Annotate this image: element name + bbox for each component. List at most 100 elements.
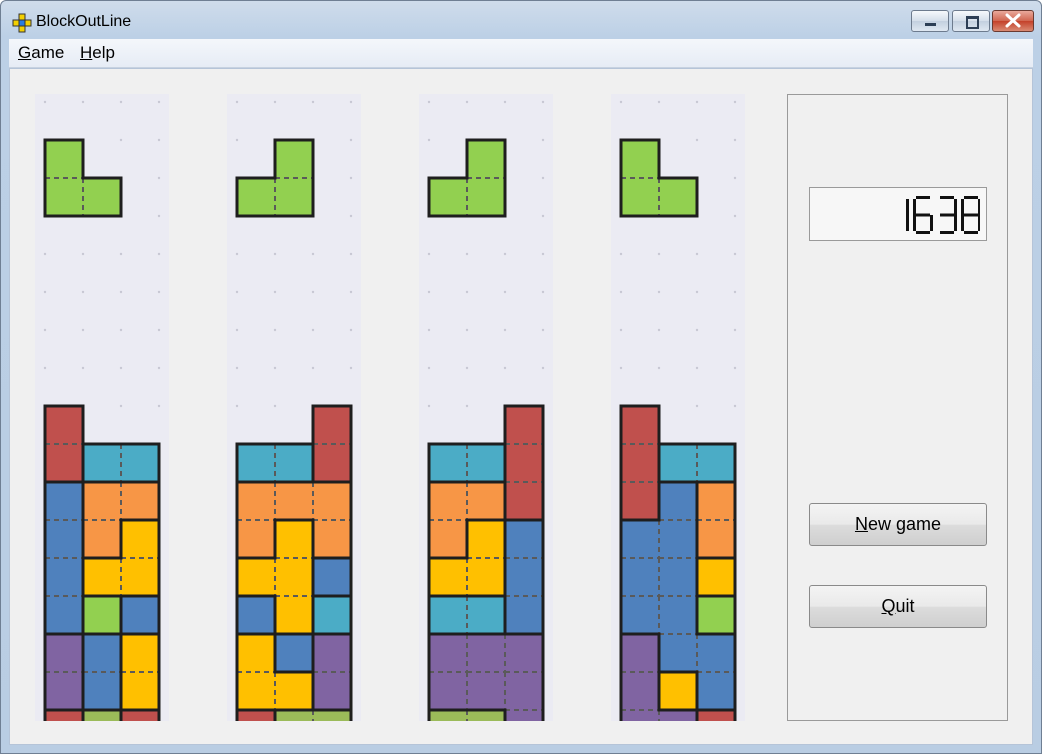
stack-cell	[659, 520, 697, 558]
grid-dot	[541, 138, 545, 142]
grid-dot	[619, 366, 623, 370]
grid-dot	[695, 290, 699, 294]
title-bar[interactable]: BlockOutLine	[1, 1, 1041, 39]
grid-dot	[235, 328, 239, 332]
grid-dot	[733, 328, 737, 332]
grid-dot	[465, 366, 469, 370]
stack-cell	[83, 558, 121, 596]
stack-cell	[697, 710, 735, 721]
close-button[interactable]	[992, 10, 1034, 32]
stack-cell	[83, 520, 121, 558]
stack-cell	[467, 482, 505, 520]
grid-dot	[235, 252, 239, 256]
score-segment	[940, 231, 954, 234]
preview-cell	[429, 178, 467, 216]
maximize-button[interactable]	[952, 10, 990, 32]
restore-icon	[966, 16, 979, 29]
stack-cell	[659, 558, 697, 596]
board-1[interactable]	[35, 94, 169, 721]
stack-cell	[121, 596, 159, 634]
score-segment	[954, 215, 957, 231]
stack-cell	[313, 482, 351, 520]
grid-dot	[273, 404, 277, 408]
grid-dot	[157, 328, 161, 332]
stack-cell	[505, 672, 543, 710]
grid-dot	[81, 328, 85, 332]
stack-cell	[83, 710, 121, 721]
grid-dot	[503, 366, 507, 370]
stack-cell	[45, 596, 83, 634]
game-area: New game Quit	[9, 68, 1033, 745]
grid-dot	[235, 366, 239, 370]
preview-cell	[45, 140, 83, 178]
stack-cell	[621, 520, 659, 558]
stack-cell	[45, 406, 83, 444]
board-4[interactable]	[611, 94, 745, 721]
grid-dot	[119, 138, 123, 142]
stack-cell	[659, 710, 697, 721]
stack-cell	[275, 482, 313, 520]
grid-dot	[733, 404, 737, 408]
grid-dot	[81, 290, 85, 294]
preview-cell	[621, 140, 659, 178]
board-2[interactable]	[227, 94, 361, 721]
stack-cell	[275, 672, 313, 710]
stack-cell	[83, 634, 121, 672]
stack-cell	[83, 596, 121, 634]
new-game-button[interactable]: New game	[809, 503, 987, 546]
grid-dot	[541, 252, 545, 256]
grid-dot	[311, 100, 315, 104]
stack-cell	[467, 634, 505, 672]
stack-cell	[313, 596, 351, 634]
stack-cell	[659, 672, 697, 710]
stack-cell	[659, 596, 697, 634]
stack-cell	[275, 444, 313, 482]
stack-cell	[121, 558, 159, 596]
grid-dot	[81, 100, 85, 104]
grid-dot	[349, 138, 353, 142]
stack-cell	[237, 444, 275, 482]
preview-cell	[621, 178, 659, 216]
score-segment	[964, 213, 978, 217]
stack-cell	[697, 634, 735, 672]
grid-dot	[427, 138, 431, 142]
grid-dot	[273, 328, 277, 332]
grid-dot	[657, 100, 661, 104]
stack-cell	[621, 710, 659, 721]
grid-dot	[349, 100, 353, 104]
grid-dot	[43, 252, 47, 256]
grid-dot	[541, 176, 545, 180]
preview-cell	[45, 178, 83, 216]
grid-dot	[157, 290, 161, 294]
stack-cell	[659, 444, 697, 482]
grid-dot	[541, 100, 545, 104]
stack-cell	[697, 444, 735, 482]
stack-cell	[313, 406, 351, 444]
minimize-icon	[925, 23, 936, 26]
stack-cell	[429, 596, 467, 634]
grid-dot	[119, 404, 123, 408]
preview-cell	[467, 140, 505, 178]
stack-cell	[275, 634, 313, 672]
board-canvas	[43, 100, 161, 721]
stack-cell	[467, 672, 505, 710]
stack-cell	[467, 520, 505, 558]
stack-cell	[237, 634, 275, 672]
grid-dot	[465, 328, 469, 332]
minimize-button[interactable]	[911, 10, 949, 32]
menu-game[interactable]: Game	[18, 43, 64, 63]
score-segment	[940, 213, 954, 217]
preview-cell	[275, 140, 313, 178]
grid-dot	[119, 290, 123, 294]
menu-help[interactable]: Help	[80, 43, 115, 63]
stack-cell	[275, 596, 313, 634]
grid-dot	[81, 252, 85, 256]
stack-cell	[83, 672, 121, 710]
quit-button[interactable]: Quit	[809, 585, 987, 628]
stack-cell	[237, 482, 275, 520]
grid-dot	[733, 100, 737, 104]
score-segment	[930, 215, 933, 231]
board-3[interactable]	[419, 94, 553, 721]
menu-bar: Game Help	[9, 39, 1033, 68]
grid-dot	[349, 366, 353, 370]
